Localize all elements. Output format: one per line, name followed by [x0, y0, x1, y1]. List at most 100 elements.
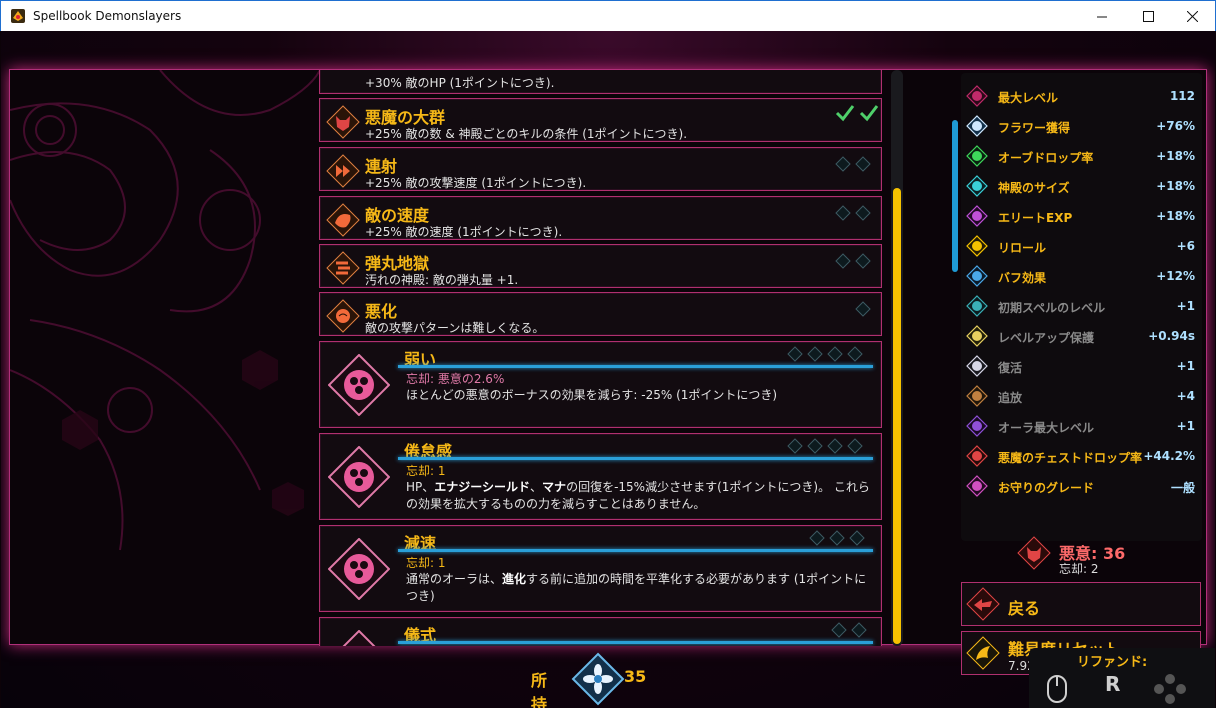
stat-label: オーラ最大レベル — [998, 421, 1095, 435]
stat-value: +1 — [1176, 419, 1195, 433]
desc-text: 、 — [530, 480, 543, 494]
stat-row: 最大レベル 112 — [961, 81, 1202, 111]
malice-oblivion: 忘却: 2 — [1059, 562, 1099, 576]
mouse-icon — [1047, 675, 1067, 703]
mandala-decoration — [10, 70, 320, 551]
maximize-icon — [1142, 11, 1154, 22]
oblivion-card[interactable]: 倦怠感 忘却: 1 HP、エナジーシールド、マナの回復を-15%減少させます(1… — [319, 433, 882, 520]
stat-label: 悪魔のチェストドロップ率 — [998, 451, 1143, 465]
maximize-button[interactable] — [1125, 1, 1171, 32]
divider — [398, 549, 873, 552]
refund-label: リファンド: — [1077, 655, 1148, 670]
demon-horde-icon — [326, 105, 360, 139]
divider — [398, 641, 873, 644]
oblivion-icon — [328, 446, 390, 508]
stat-label: オーブドロップ率 — [998, 151, 1094, 165]
spell-level-icon — [966, 295, 988, 317]
stat-row: 追放 +4 — [961, 381, 1202, 411]
stat-row: オーブドロップ率 +18% — [961, 141, 1202, 171]
back-label: 戻る — [1008, 599, 1041, 618]
modifier-card[interactable]: 悪化 敵の攻撃パターンは難しくなる。 — [319, 292, 882, 336]
level-pips[interactable] — [855, 301, 871, 317]
minimize-icon — [1096, 16, 1107, 18]
scrollbar-thumb[interactable] — [893, 188, 901, 644]
desc-keyword: 進化 — [502, 572, 527, 586]
demon-level-icon — [966, 85, 988, 107]
stat-row: フラワー獲得 +76% — [961, 111, 1202, 141]
window-title: Spellbook Demonslayers — [33, 9, 182, 23]
modifier-desc: +25% 敵の攻撃速度 (1ポイントにつき). — [365, 176, 587, 190]
close-button[interactable] — [1169, 1, 1215, 32]
oblivion-card[interactable]: 弱い 忘却: 悪意の2.6% ほとんどの悪意のボーナスの効果を減らす: -25%… — [319, 341, 882, 428]
stat-row: エリートEXP +18% — [961, 201, 1202, 231]
modifier-desc: +25% 敵の速度 (1ポイントにつき). — [365, 225, 563, 239]
empty-pip-icon — [829, 530, 845, 546]
modifier-card[interactable]: 敵の速度 +25% 敵の速度 (1ポイントにつき). — [319, 196, 882, 240]
modifier-list[interactable]: +30% 敵のHP (1ポイントにつき). 悪魔の大群 +25% 敵の数 & 神… — [319, 70, 885, 646]
levelup-shield-icon — [966, 325, 988, 347]
difficulty-panel: +30% 敵のHP (1ポイントにつき). 悪魔の大群 +25% 敵の数 & 神… — [9, 69, 1207, 675]
desc-keyword: エナジーシールド — [434, 480, 531, 494]
stat-label: 最大レベル — [998, 91, 1059, 105]
stat-label: お守りのグレード — [998, 481, 1095, 495]
banish-sword-icon — [966, 385, 988, 407]
demon-face-icon — [1017, 536, 1051, 570]
game-viewport: +30% 敵のHP (1ポイントにつき). 悪魔の大群 +25% 敵の数 & 神… — [1, 31, 1215, 708]
stat-value: +0.94s — [1148, 329, 1195, 343]
modifier-desc: +25% 敵の数 & 神殿ごとのキルの条件 (1ポイントにつき). — [365, 127, 688, 141]
oblivion-desc: ほとんどの悪意のボーナスの効果を減らす: -25% (1ポイントにつき) — [406, 388, 778, 402]
revive-wings-icon — [966, 355, 988, 377]
check-icon — [835, 105, 855, 122]
demon-chest-icon — [966, 445, 988, 467]
oblivion-sub: 忘却: 1 — [406, 556, 446, 570]
level-pips[interactable] — [787, 438, 863, 454]
oblivion-card[interactable]: 減速 忘却: 1 通常のオーラは、進化する前に追加の時間を平準化する必要がありま… — [319, 525, 882, 612]
empty-pip-icon — [831, 622, 847, 638]
modifier-card[interactable]: 弾丸地獄 汚れの神殿: 敵の弾丸量 +1. — [319, 244, 882, 288]
level-pips[interactable] — [835, 156, 871, 172]
stat-label: フラワー獲得 — [998, 121, 1071, 135]
stats-scroll-indicator[interactable] — [952, 120, 958, 272]
level-pips[interactable] — [835, 205, 871, 221]
stat-value: +18% — [1156, 149, 1195, 163]
refund-key: R — [1105, 672, 1121, 696]
modifier-desc: 敵の攻撃パターンは難しくなる。 — [365, 321, 545, 335]
stat-label: 追放 — [998, 391, 1023, 405]
app-window: Spellbook Demonslayers +30% 敵のHP (1ポイントに… — [0, 0, 1216, 708]
oblivion-desc: 通常のオーラは、進化する前に追加の時間を平準化する必要があります (1ポイントに… — [406, 571, 876, 605]
level-pips[interactable] — [835, 253, 871, 269]
modifier-card[interactable]: 連射 +25% 敵の攻撃速度 (1ポイントにつき). — [319, 147, 882, 191]
flower-icon — [966, 115, 988, 137]
refund-hint: リファンド: R — [1029, 648, 1215, 708]
shrine-size-icon — [966, 175, 988, 197]
empty-pip-icon — [827, 346, 843, 362]
stat-label: 復活 — [998, 361, 1023, 375]
back-button[interactable]: 戻る — [961, 582, 1201, 626]
stat-label: エリートEXP — [998, 211, 1073, 225]
stat-value: +4 — [1176, 389, 1195, 403]
level-pips[interactable] — [831, 622, 867, 638]
level-pips[interactable] — [835, 103, 879, 123]
empty-pip-icon — [807, 438, 823, 454]
stat-label: リロール — [998, 241, 1047, 255]
empty-pip-icon — [787, 438, 803, 454]
empty-pip-icon — [855, 301, 871, 317]
stat-label: 初期スペルのレベル — [998, 301, 1106, 315]
empty-pip-icon — [849, 530, 865, 546]
stat-value: +18% — [1156, 209, 1195, 223]
stat-value: +1 — [1176, 299, 1195, 313]
modifier-card[interactable]: 悪魔の大群 +25% 敵の数 & 神殿ごとのキルの条件 (1ポイントにつき). — [319, 98, 882, 142]
minimize-button[interactable] — [1079, 1, 1125, 32]
modifier-card[interactable]: +30% 敵のHP (1ポイントにつき). — [319, 70, 882, 94]
oblivion-card[interactable]: 儀式 — [319, 617, 882, 646]
empty-pip-icon — [855, 205, 871, 221]
enemy-speed-icon — [326, 203, 360, 237]
level-pips[interactable] — [787, 346, 863, 362]
app-icon — [11, 9, 25, 23]
modifier-desc: 汚れの神殿: 敵の弾丸量 +1. — [365, 273, 519, 287]
reroll-icon — [966, 235, 988, 257]
elite-icon — [966, 205, 988, 227]
level-pips[interactable] — [809, 530, 865, 546]
plus-orb-icon — [966, 145, 988, 167]
oblivion-icon — [342, 630, 376, 646]
